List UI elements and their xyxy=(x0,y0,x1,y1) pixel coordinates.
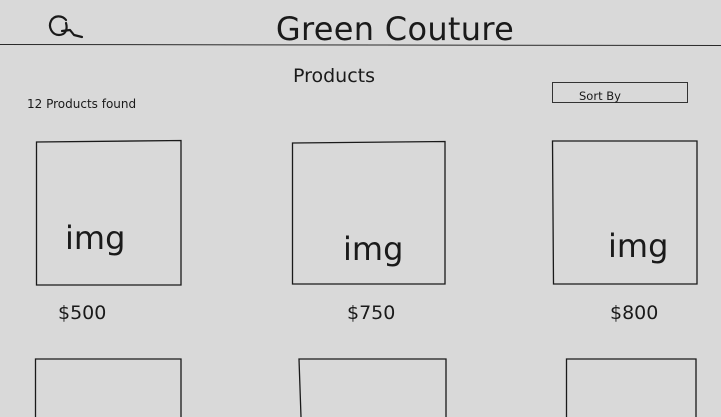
product-price: $500 xyxy=(58,302,107,324)
product-image[interactable] xyxy=(297,357,449,417)
product-price: $750 xyxy=(347,302,396,324)
product-image[interactable] xyxy=(565,357,699,417)
product-image[interactable] xyxy=(35,139,183,287)
sort-dropdown[interactable]: Sort By xyxy=(552,82,688,103)
product-image-label: img xyxy=(343,230,404,268)
brand-title[interactable]: Green Couture xyxy=(230,9,560,49)
product-image[interactable] xyxy=(34,357,184,417)
page-title: Products xyxy=(292,65,376,87)
search-button[interactable] xyxy=(44,10,86,42)
product-image-label: img xyxy=(608,227,669,265)
product-image-label: img xyxy=(65,219,126,257)
result-count: 12 Products found xyxy=(27,97,137,111)
sort-label: Sort By xyxy=(579,89,621,103)
product-price: $800 xyxy=(610,302,659,324)
search-icon xyxy=(48,15,84,39)
